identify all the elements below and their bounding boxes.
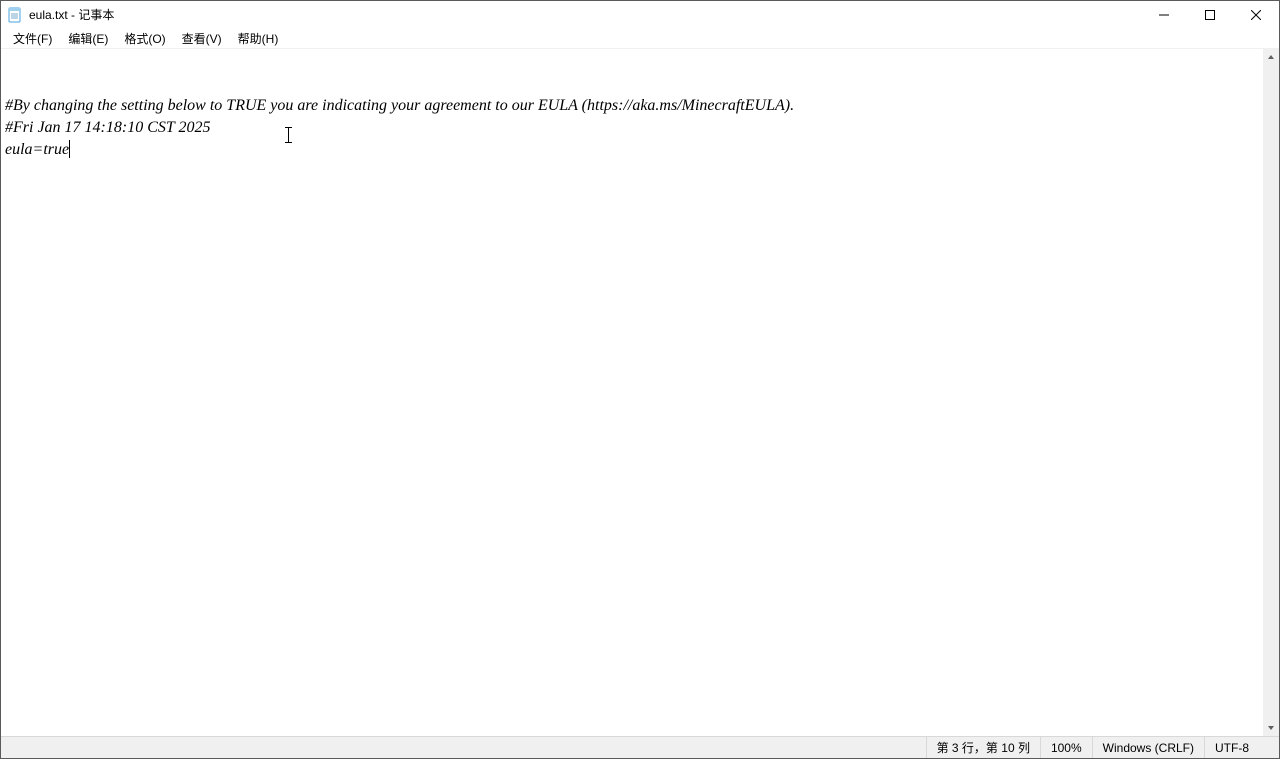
- close-button[interactable]: [1233, 1, 1279, 28]
- text-line-3: eula=true: [5, 141, 69, 158]
- menu-help[interactable]: 帮助(H): [230, 29, 287, 48]
- status-cursor-position: 第 3 行，第 10 列: [926, 737, 1040, 758]
- menu-file[interactable]: 文件(F): [5, 29, 60, 48]
- menu-format[interactable]: 格式(O): [116, 29, 173, 48]
- menu-bar: 文件(F) 编辑(E) 格式(O) 查看(V) 帮助(H): [1, 28, 1279, 48]
- status-encoding: UTF-8: [1204, 737, 1279, 758]
- title-bar: eula.txt - 记事本: [1, 1, 1279, 28]
- title-bar-left: eula.txt - 记事本: [1, 6, 114, 23]
- menu-edit[interactable]: 编辑(E): [60, 29, 116, 48]
- text-line-1: #By changing the setting below to TRUE y…: [5, 95, 1259, 117]
- text-line-2: #Fri Jan 17 14:18:10 CST 2025: [5, 117, 1259, 139]
- status-zoom: 100%: [1040, 737, 1092, 758]
- editor-area: #By changing the setting below to TRUE y…: [1, 48, 1279, 736]
- status-line-ending: Windows (CRLF): [1092, 737, 1204, 758]
- window-title: eula.txt - 记事本: [29, 6, 114, 23]
- text-editor[interactable]: #By changing the setting below to TRUE y…: [1, 49, 1263, 736]
- window-controls: [1141, 1, 1279, 28]
- vertical-scrollbar[interactable]: [1263, 49, 1279, 736]
- minimize-button[interactable]: [1141, 1, 1187, 28]
- scroll-down-button[interactable]: [1263, 720, 1279, 736]
- menu-view[interactable]: 查看(V): [174, 29, 230, 48]
- status-bar: 第 3 行，第 10 列 100% Windows (CRLF) UTF-8: [1, 736, 1279, 758]
- text-caret: [69, 140, 70, 158]
- maximize-button[interactable]: [1187, 1, 1233, 28]
- scroll-track[interactable]: [1263, 65, 1279, 720]
- scroll-up-button[interactable]: [1263, 49, 1279, 65]
- status-spacer: [1, 737, 926, 758]
- notepad-window: eula.txt - 记事本 文件(F) 编辑(E) 格式(O) 查看(V) 帮…: [0, 0, 1280, 759]
- notepad-app-icon: [7, 7, 23, 23]
